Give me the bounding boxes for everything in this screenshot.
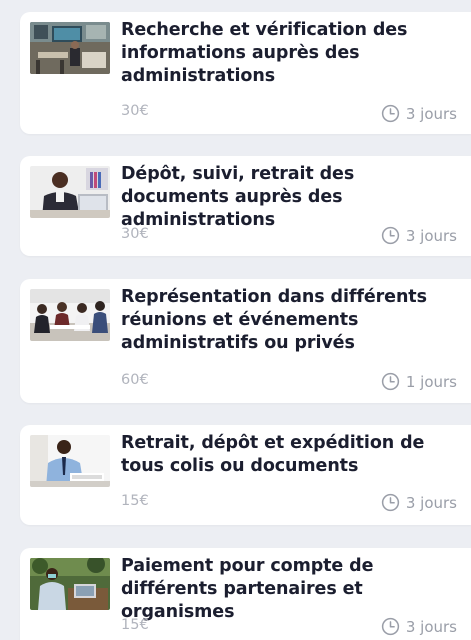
service-thumbnail [30,558,110,610]
duration-label: 3 jours [405,493,457,512]
service-duration: 3 jours [381,104,457,123]
duration-label: 3 jours [405,104,457,123]
service-price: 30€ [121,103,149,119]
services-list: Recherche et vérification des informatio… [0,0,471,640]
duration-label: 3 jours [405,617,457,636]
service-thumbnail [30,166,110,218]
clock-icon [381,226,400,245]
clock-icon [381,493,400,512]
service-title: Paiement pour compte de différents parte… [121,556,374,622]
service-card[interactable]: Recherche et vérification des informatio… [20,12,471,134]
service-duration: 3 jours [381,617,457,636]
service-title: Représentation dans différents réunions … [121,287,427,353]
clock-icon [381,617,400,636]
service-price: 15€ [121,493,149,509]
service-price: 15€ [121,617,149,633]
service-price: 30€ [121,226,149,242]
service-thumbnail [30,435,110,487]
service-price: 60€ [121,372,149,388]
service-duration: 3 jours [381,493,457,512]
duration-label: 1 jours [405,372,457,391]
service-thumbnail [30,22,110,74]
service-title: Recherche et vérification des informatio… [121,20,408,86]
duration-label: 3 jours [405,226,457,245]
clock-icon [381,104,400,123]
service-thumbnail [30,289,110,341]
service-card[interactable]: Représentation dans différents réunions … [20,279,471,403]
service-title: Retrait, dépôt et expédition de tous col… [121,433,425,476]
service-duration: 1 jours [381,372,457,391]
service-card[interactable]: Dépôt, suivi, retrait des documents aupr… [20,156,471,256]
service-card[interactable]: Retrait, dépôt et expédition de tous col… [20,425,471,525]
service-title: Dépôt, suivi, retrait des documents aupr… [121,164,355,230]
clock-icon [381,372,400,391]
service-card[interactable]: Paiement pour compte de différents parte… [20,548,471,640]
service-duration: 3 jours [381,226,457,245]
